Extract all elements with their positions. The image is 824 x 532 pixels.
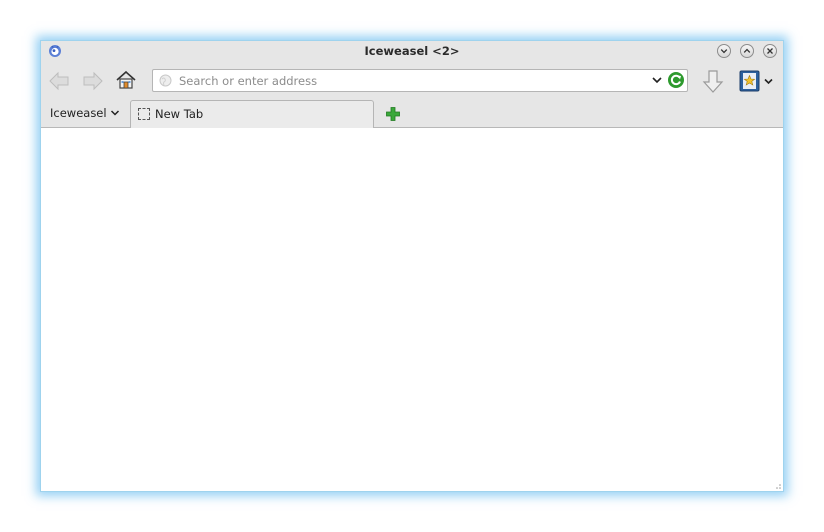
url-input[interactable] — [179, 72, 639, 89]
close-button[interactable] — [763, 44, 777, 58]
desktop: Iceweasel <2> Search or enter address Ic… — [0, 0, 824, 532]
tab-new-tab[interactable]: New Tab — [130, 100, 374, 128]
back-arrow-icon — [49, 71, 69, 91]
navigation-toolbar — [41, 61, 783, 99]
bookmarks-star-icon[interactable] — [738, 69, 762, 93]
bookmarks-menu-chevron-icon[interactable] — [763, 76, 774, 87]
plus-icon[interactable] — [385, 106, 401, 122]
app-menu-label: Iceweasel — [50, 106, 107, 120]
resize-grip-icon[interactable] — [775, 483, 781, 489]
minimize-icon — [720, 49, 728, 54]
back-button[interactable] — [47, 69, 71, 93]
maximize-button[interactable] — [740, 44, 754, 58]
forward-arrow-icon — [83, 71, 103, 91]
reload-icon[interactable] — [667, 71, 685, 89]
home-icon — [116, 70, 136, 89]
blank-page-icon — [138, 108, 150, 120]
maximize-icon — [743, 48, 751, 53]
browser-window: Iceweasel <2> Search or enter address Ic… — [40, 40, 784, 492]
minimize-button[interactable] — [717, 44, 731, 58]
address-bar[interactable] — [152, 69, 688, 92]
home-button[interactable] — [114, 68, 138, 92]
app-menu-button[interactable]: Iceweasel — [41, 99, 129, 127]
close-icon — [767, 48, 773, 54]
tab-bar: Iceweasel New Tab — [41, 99, 783, 128]
chevron-down-icon[interactable] — [651, 74, 663, 86]
forward-button[interactable] — [81, 69, 105, 93]
tab-label: New Tab — [155, 107, 204, 121]
download-arrow-icon[interactable] — [701, 69, 725, 95]
page-content[interactable] — [41, 128, 783, 491]
title-bar[interactable]: Iceweasel <2> — [41, 41, 783, 61]
globe-icon[interactable] — [159, 74, 172, 87]
chevron-down-icon — [110, 110, 119, 116]
window-title: Iceweasel <2> — [364, 44, 460, 58]
